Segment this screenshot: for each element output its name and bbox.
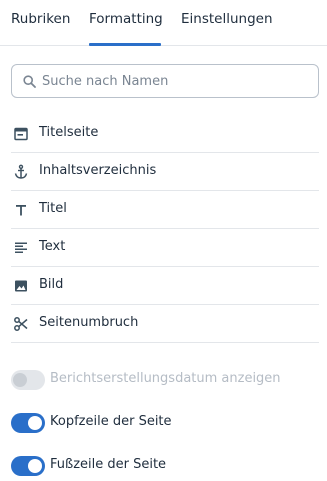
list-item-bild[interactable]: Bild xyxy=(11,267,319,305)
list-item-inhaltsverzeichnis[interactable]: Inhaltsverzeichnis xyxy=(11,153,319,191)
image-icon xyxy=(15,280,27,292)
list-item-label: Text xyxy=(39,239,66,254)
tab-einstellungen[interactable]: Einstellungen xyxy=(181,11,273,27)
tab-bar: Rubriken Formatting Einstellungen xyxy=(0,0,327,46)
list-item-label: Titel xyxy=(39,201,67,216)
search-icon xyxy=(23,75,36,88)
list-item-label: Inhaltsverzeichnis xyxy=(39,163,157,178)
search-input[interactable] xyxy=(42,65,312,97)
toggle-label: Kopfzeile der Seite xyxy=(50,414,172,429)
list-item-label: Seitenumbruch xyxy=(39,315,139,330)
scissors-icon xyxy=(14,317,28,331)
tab-rubriken[interactable]: Rubriken xyxy=(11,11,70,27)
list-item-text[interactable]: Text xyxy=(11,229,319,267)
element-list: Titelseite Inhaltsverzeichnis Titel Text xyxy=(11,115,319,343)
page-header-toggle[interactable] xyxy=(11,413,45,433)
toggle-row-footer: Fußzeile der Seite xyxy=(11,447,319,481)
toggle-row-header: Kopfzeile der Seite xyxy=(11,404,319,447)
list-item-seitenumbruch[interactable]: Seitenumbruch xyxy=(11,305,319,343)
list-item-titelseite[interactable]: Titelseite xyxy=(11,115,319,153)
toggle-label: Fußzeile der Seite xyxy=(50,457,167,472)
list-item-titel[interactable]: Titel xyxy=(11,191,319,229)
tab-formatting[interactable]: Formatting xyxy=(89,11,163,27)
toggle-knob xyxy=(28,416,42,430)
toggle-knob xyxy=(28,459,42,473)
page-footer-toggle[interactable] xyxy=(11,456,45,476)
toggle-label: Berichtserstellungsdatum anzeigen xyxy=(50,371,281,386)
anchor-icon xyxy=(14,164,28,179)
report-date-toggle xyxy=(11,370,45,390)
toggle-group: Berichtserstellungsdatum anzeigen Kopfze… xyxy=(11,361,319,481)
text-t-icon xyxy=(16,205,26,216)
title-page-icon xyxy=(14,127,28,141)
active-tab-indicator xyxy=(89,43,161,46)
toggle-knob xyxy=(13,373,27,387)
search-field xyxy=(11,64,319,98)
list-item-label: Titelseite xyxy=(39,125,99,140)
paragraph-icon xyxy=(15,242,27,253)
toggle-row-report-date: Berichtserstellungsdatum anzeigen xyxy=(11,361,319,404)
list-item-label: Bild xyxy=(39,277,64,292)
